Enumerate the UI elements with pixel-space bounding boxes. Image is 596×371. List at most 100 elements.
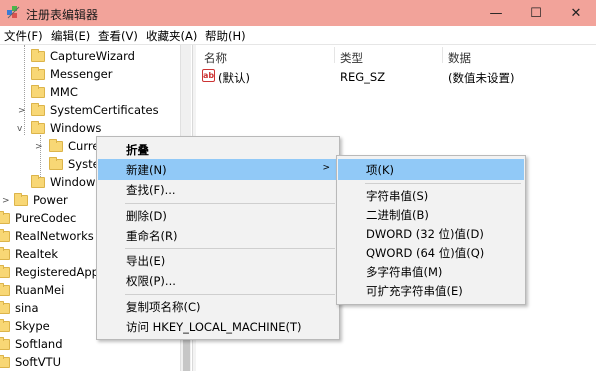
tree-item-label: Power: [33, 193, 68, 207]
tree-item-label: RuanMei: [15, 283, 65, 297]
menu-bar: 文件(F) 编辑(E) 查看(V) 收藏夹(A) 帮助(H): [0, 26, 596, 45]
menu-item-go-to-hklm[interactable]: 访问 HKEY_LOCAL_MACHINE(T): [98, 316, 338, 337]
column-header-data[interactable]: 数据: [448, 50, 471, 66]
tree-item-mmc[interactable]: MMC: [31, 83, 78, 101]
tree-item-label: sina: [15, 301, 39, 315]
folder-icon: [31, 48, 45, 62]
tree-item-softvtu[interactable]: SoftVTU: [0, 353, 61, 371]
expand-icon[interactable]: >: [2, 196, 10, 206]
menu-separator: [125, 294, 335, 295]
window-title: 注册表编辑器: [26, 8, 99, 22]
menu-item-new-multi-string-value[interactable]: 多字符串值(M): [338, 261, 524, 282]
expand-icon[interactable]: >: [18, 106, 26, 116]
tree-item-windows-2[interactable]: Windows: [31, 173, 101, 191]
tree-item-label: Softland: [15, 337, 63, 351]
folder-icon: [14, 192, 28, 206]
regedit-app-icon: [7, 6, 20, 19]
tree-item-label: SystemCertificates: [50, 103, 159, 117]
minimize-button[interactable]: —: [476, 0, 516, 26]
tree-item-softland[interactable]: Softland: [0, 335, 63, 353]
menu-separator: [125, 203, 335, 204]
tree-item-label: Windows: [50, 121, 102, 135]
menu-help[interactable]: 帮助(H): [205, 28, 246, 44]
column-header-type[interactable]: 类型: [340, 50, 363, 66]
new-submenu: 项(K) 字符串值(S) 二进制值(B) DWORD (32 位)值(D) QW…: [336, 155, 526, 305]
tree-item-messenger[interactable]: Messenger: [31, 65, 112, 83]
folder-icon: [49, 138, 63, 152]
tree-item-label: Messenger: [50, 67, 113, 81]
menu-item-rename[interactable]: 重命名(R): [98, 225, 338, 246]
menu-item-permissions[interactable]: 权限(P)...: [98, 270, 338, 291]
tree-item-label: Curre: [68, 139, 100, 153]
folder-icon: [49, 156, 63, 170]
tree-item-skype[interactable]: Skype: [0, 317, 50, 335]
menu-item-new-binary-value[interactable]: 二进制值(B): [338, 204, 524, 225]
submenu-arrow-icon: >: [322, 163, 330, 173]
folder-icon: [31, 102, 45, 116]
folder-icon: [0, 210, 10, 224]
tree-item-ruanmei[interactable]: RuanMei: [0, 281, 64, 299]
menu-item-new-expandable-string-value[interactable]: 可扩充字符串值(E): [338, 280, 524, 301]
tree-item-label: CaptureWizard: [50, 49, 135, 63]
title-bar: 注册表编辑器 — ☐ ✕: [0, 0, 596, 26]
folder-icon: [0, 282, 10, 296]
tree-item-label: MMC: [50, 85, 78, 99]
tree-item-purecodec[interactable]: PureCodec: [0, 209, 76, 227]
column-header-name[interactable]: 名称: [204, 50, 227, 66]
menu-item-new-label: 新建(N): [126, 162, 167, 177]
collapse-icon[interactable]: v: [17, 124, 22, 134]
folder-icon: [0, 246, 10, 260]
tree-item-power[interactable]: Power: [14, 191, 68, 209]
expand-icon[interactable]: >: [35, 142, 43, 152]
menu-item-new[interactable]: 新建(N) >: [98, 159, 338, 180]
menu-item-delete[interactable]: 删除(D): [98, 205, 338, 226]
tree-item-label: Realtek: [15, 247, 59, 261]
tree-item-currentversion[interactable]: Curre: [49, 137, 99, 155]
tree-item-sina[interactable]: sina: [0, 299, 39, 317]
value-type: REG_SZ: [340, 70, 386, 84]
string-value-icon: ab: [202, 69, 215, 82]
tree-item-registeredapplications[interactable]: RegisteredAppl: [0, 263, 102, 281]
menu-separator: [125, 248, 335, 249]
column-separator[interactable]: [442, 47, 443, 63]
folder-icon: [0, 264, 10, 278]
tree-item-windows[interactable]: Windows: [31, 119, 101, 137]
folder-icon: [31, 174, 45, 188]
menu-item-find[interactable]: 查找(F)...: [98, 179, 338, 200]
menu-item-collapse[interactable]: 折叠: [98, 139, 338, 160]
menu-item-export[interactable]: 导出(E): [98, 250, 338, 271]
folder-icon: [31, 84, 45, 98]
menu-item-copy-key-name[interactable]: 复制项名称(C): [98, 296, 338, 317]
menu-item-new-dword-value[interactable]: DWORD (32 位)值(D): [338, 223, 524, 244]
menu-edit[interactable]: 编辑(E): [51, 28, 90, 44]
context-menu: 折叠 新建(N) > 查找(F)... 删除(D) 重命名(R) 导出(E) 权…: [96, 136, 340, 340]
tree-item-label: SoftVTU: [15, 355, 61, 369]
menu-item-new-key[interactable]: 项(K): [338, 159, 524, 180]
tree-item-systemcertificates[interactable]: SystemCertificates: [31, 101, 159, 119]
tree-item-realnetworks[interactable]: RealNetworks: [0, 227, 94, 245]
menu-file[interactable]: 文件(F): [4, 28, 43, 44]
value-name[interactable]: (默认): [218, 70, 250, 86]
tree-guide-line: [24, 45, 25, 135]
tree-item-capturewizard[interactable]: CaptureWizard: [31, 47, 135, 65]
folder-icon: [0, 336, 10, 350]
folder-icon: [0, 300, 10, 314]
tree-item-label: RegisteredAppl: [15, 265, 103, 279]
menu-view[interactable]: 查看(V): [98, 28, 138, 44]
folder-icon: [31, 66, 45, 80]
folder-icon: [0, 228, 10, 242]
tree-item-label: PureCodec: [15, 211, 77, 225]
menu-item-new-qword-value[interactable]: QWORD (64 位)值(Q): [338, 242, 524, 263]
column-separator[interactable]: [334, 47, 335, 63]
tree-item-label: Windows: [50, 175, 102, 189]
folder-icon: [0, 354, 10, 368]
folder-icon: [0, 318, 10, 332]
menu-item-new-string-value[interactable]: 字符串值(S): [338, 185, 524, 206]
value-data: (数值未设置): [448, 71, 515, 85]
close-button[interactable]: ✕: [556, 0, 596, 26]
menu-favorites[interactable]: 收藏夹(A): [146, 28, 197, 44]
tree-item-label: Skype: [15, 319, 50, 333]
maximize-button[interactable]: ☐: [516, 0, 556, 26]
folder-icon: [31, 120, 45, 134]
tree-item-realtek[interactable]: Realtek: [0, 245, 58, 263]
